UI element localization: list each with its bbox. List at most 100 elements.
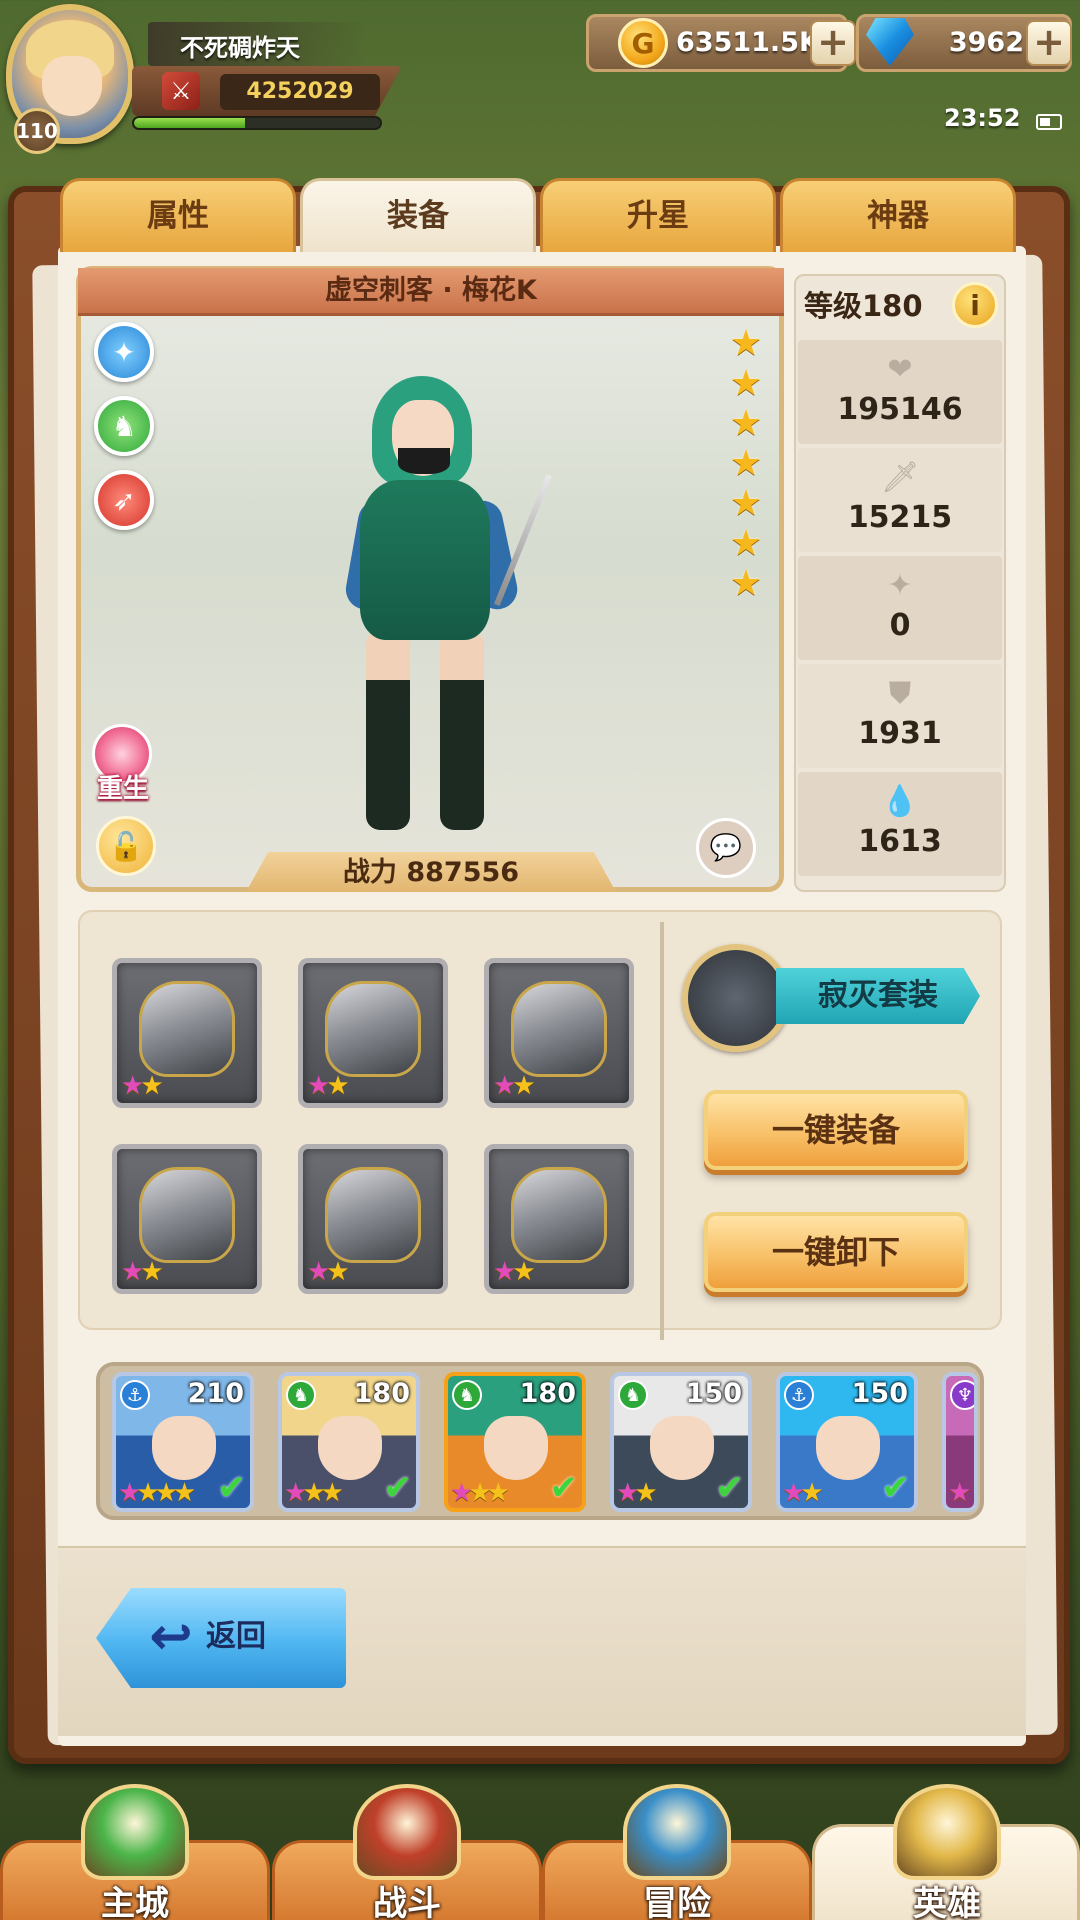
- hero-face: [152, 1416, 216, 1480]
- clock-time: 23:52: [944, 104, 1021, 132]
- faction-beast-icon: ♞: [618, 1380, 648, 1410]
- add-gold-button[interactable]: +: [810, 20, 856, 66]
- hero-card[interactable]: ♞ 150 ★★ ✔: [610, 1372, 752, 1512]
- gold-amount: 63511.5K: [676, 27, 820, 58]
- set-name[interactable]: 寂灭套装: [776, 968, 980, 1024]
- shield-icon: [139, 1167, 235, 1263]
- equip-slot-shield[interactable]: ★★: [112, 1144, 262, 1294]
- hero-star-icon: ★: [729, 403, 763, 444]
- faction-beast-icon: ♞: [452, 1380, 482, 1410]
- hero-name: 虚空刺客 · 梅花K: [78, 268, 784, 316]
- armor-icon: [511, 981, 607, 1077]
- hero-card[interactable]: ♞ 180 ★★★ ✔: [444, 1372, 586, 1512]
- stat-row: ⛊ 1931: [798, 664, 1002, 768]
- stat-row: ❤ 195146: [798, 340, 1002, 444]
- hero-model-body: [360, 480, 490, 640]
- back-label[interactable]: 返回: [206, 1612, 316, 1662]
- lock-icon[interactable]: 🔓: [96, 816, 156, 876]
- axe-icon: [325, 981, 421, 1077]
- heart-icon: ❤: [887, 352, 913, 387]
- player-power: 4252029: [220, 74, 380, 110]
- tab-star-up[interactable]: 升星: [540, 178, 776, 252]
- stat-value: 0: [889, 608, 911, 643]
- tab-attributes[interactable]: 属性: [60, 178, 296, 252]
- slot-stars: ★★: [493, 1071, 536, 1101]
- stat-value: 15215: [847, 500, 953, 535]
- faction-beast-icon[interactable]: ♞: [94, 396, 154, 456]
- battery-icon: [1036, 114, 1062, 130]
- tab-equipment[interactable]: 装备: [300, 178, 536, 252]
- hero-stars: ★: [948, 1478, 971, 1508]
- nav-label[interactable]: 战斗: [272, 1876, 542, 1920]
- equip-slot-axe[interactable]: ★★: [298, 958, 448, 1108]
- combat-power: 战力 887556: [246, 852, 616, 892]
- hero-card[interactable]: ♆ ★: [942, 1372, 978, 1512]
- nav-emblem-icon: [81, 1784, 189, 1880]
- hero-model-leg: [366, 630, 410, 830]
- hero-star-icon: ★: [729, 483, 763, 524]
- set-helmet-icon[interactable]: [682, 944, 790, 1052]
- faction-void-icon: ♆: [950, 1380, 974, 1410]
- slot-stars: ★★: [121, 1071, 164, 1101]
- nav-label[interactable]: 冒险: [542, 1876, 812, 1920]
- slot-stars: ★★: [493, 1257, 536, 1287]
- stat-row: 🗡 15215: [798, 448, 1002, 552]
- faction-beast-icon: ♞: [286, 1380, 316, 1410]
- add-gems-button[interactable]: +: [1026, 20, 1072, 66]
- equip-slot-ring[interactable]: ★★: [484, 1144, 634, 1294]
- hero-level: 150: [851, 1378, 908, 1409]
- equipment-divider: [660, 922, 664, 1340]
- hero-star-icon: ★: [729, 523, 763, 564]
- hero-star-icon: ★: [729, 443, 763, 484]
- slot-stars: ★★: [121, 1257, 164, 1287]
- tab-artifact[interactable]: 神器: [780, 178, 1016, 252]
- hero-card[interactable]: ⚓ 150 ★★ ✔: [776, 1372, 918, 1512]
- equip-all-button[interactable]: 一键装备: [704, 1090, 968, 1170]
- faction-anchor-icon: ⚓: [120, 1380, 150, 1410]
- hero-model-mask: [398, 448, 450, 474]
- hero-star-icon: ★: [729, 363, 763, 404]
- player-level-badge: 110: [14, 108, 60, 154]
- stat-value: 1613: [858, 824, 942, 859]
- boots-icon: [325, 1167, 421, 1263]
- unequip-all-button[interactable]: 一键卸下: [704, 1212, 968, 1292]
- crossed-swords-icon: ⚔: [162, 72, 200, 110]
- nav-emblem-icon: [353, 1784, 461, 1880]
- hero-level: 150: [685, 1378, 742, 1409]
- chat-bubble-icon[interactable]: 💬: [696, 818, 756, 878]
- hero-stars: ★★★★: [118, 1478, 196, 1508]
- hero-face: [650, 1416, 714, 1480]
- check-icon: ✔: [881, 1468, 911, 1508]
- hero-face: [318, 1416, 382, 1480]
- crit-icon: ✦: [887, 568, 913, 603]
- ring-icon: [511, 1167, 607, 1263]
- faction-anchor-icon: ⚓: [784, 1380, 814, 1410]
- avatar-face: [42, 56, 102, 116]
- drop-icon: 💧: [881, 784, 919, 819]
- equip-slot-helmet[interactable]: ★★: [112, 958, 262, 1108]
- stat-value: 1931: [858, 716, 942, 751]
- gem-amount: 3962: [948, 27, 1024, 58]
- rebirth-label[interactable]: 重生: [88, 768, 158, 804]
- nav-label[interactable]: 主城: [0, 1876, 270, 1920]
- hero-card[interactable]: ♞ 180 ★★★ ✔: [278, 1372, 420, 1512]
- hero-level: 180: [353, 1378, 410, 1409]
- exp-bar: [132, 116, 382, 130]
- hero-card[interactable]: ⚓ 210 ★★★★ ✔: [112, 1372, 254, 1512]
- nav-label[interactable]: 英雄: [812, 1876, 1080, 1920]
- hero-stars: ★★★: [284, 1478, 344, 1508]
- hero-star-icon: ★: [729, 323, 763, 364]
- sword-icon: 🗡: [880, 460, 920, 495]
- info-icon[interactable]: i: [952, 282, 998, 328]
- hero-model-leg: [440, 630, 484, 830]
- equip-slot-armor[interactable]: ★★: [484, 958, 634, 1108]
- check-icon: ✔: [383, 1468, 413, 1508]
- hero-level: 180: [519, 1378, 576, 1409]
- stat-row: 💧 1613: [798, 772, 1002, 876]
- back-arrow-icon[interactable]: ↩: [140, 1606, 202, 1668]
- equip-slot-boots[interactable]: ★★: [298, 1144, 448, 1294]
- class-assassin-icon[interactable]: ✦: [94, 322, 154, 382]
- gold-coin-icon: G: [618, 18, 668, 68]
- role-damage-icon[interactable]: ➶: [94, 470, 154, 530]
- check-icon: ✔: [217, 1468, 247, 1508]
